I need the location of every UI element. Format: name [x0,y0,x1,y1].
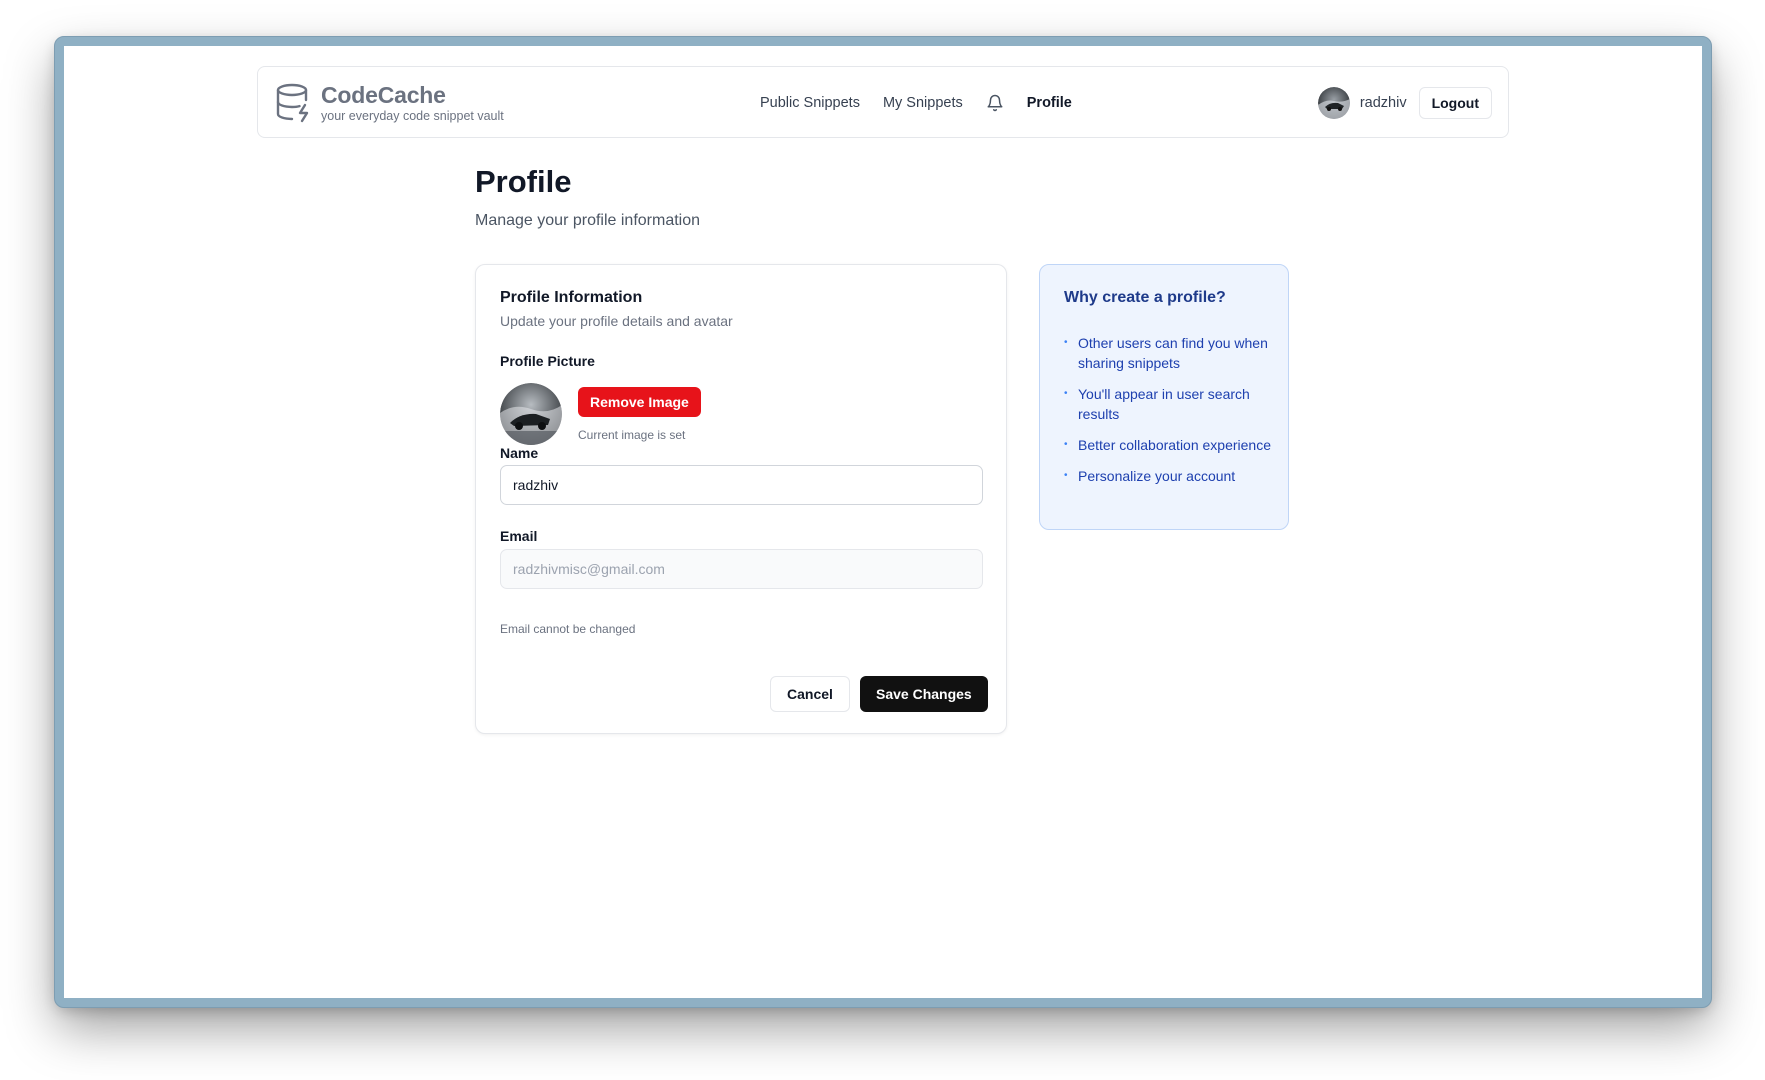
name-label: Name [500,445,539,461]
info-card: Why create a profile? Other users can fi… [1039,264,1289,530]
nav-profile[interactable]: Profile [1027,95,1072,111]
nav-links: Public Snippets My Snippets Profile [760,67,1095,139]
navbar: CodeCache your everyday code snippet vau… [257,66,1509,138]
logout-button[interactable]: Logout [1418,87,1492,119]
database-bolt-icon [276,83,312,123]
email-label: Email [500,528,538,544]
image-status-note: Current image is set [578,428,686,442]
card-title: Profile Information [500,289,643,306]
cancel-button[interactable]: Cancel [770,676,850,712]
nav-my-snippets[interactable]: My Snippets [883,95,963,111]
profile-picture-label: Profile Picture [500,353,595,369]
save-button[interactable]: Save Changes [860,676,988,712]
user-menu: radzhiv Logout [1317,67,1492,139]
info-title: Why create a profile? [1064,289,1226,306]
profile-picture[interactable] [500,383,562,445]
list-item: You'll appear in user search results [1064,384,1274,424]
name-input[interactable] [500,465,983,505]
list-item: Better collaboration experience [1064,435,1274,455]
card-subtitle: Update your profile details and avatar [500,313,733,329]
brand-logo[interactable]: CodeCache your everyday code snippet vau… [276,82,536,126]
email-input [500,549,983,589]
brand-tagline: your everyday code snippet vault [321,109,504,123]
brand-name: CodeCache [321,82,446,108]
nav-username: radzhiv [1359,95,1407,111]
bell-icon[interactable] [986,94,1004,112]
info-list: Other users can find you when sharing sn… [1064,333,1274,497]
page-title: Profile [475,164,572,199]
email-note: Email cannot be changed [500,622,636,636]
list-item: Other users can find you when sharing sn… [1064,333,1274,373]
remove-image-button[interactable]: Remove Image [578,387,701,417]
nav-public-snippets[interactable]: Public Snippets [760,95,860,111]
browser-window: CodeCache your everyday code snippet vau… [64,46,1702,998]
avatar[interactable] [1317,87,1350,119]
page-subtitle: Manage your profile information [475,212,701,229]
profile-card: Profile Information Update your profile … [475,264,1007,734]
list-item: Personalize your account [1064,466,1274,486]
